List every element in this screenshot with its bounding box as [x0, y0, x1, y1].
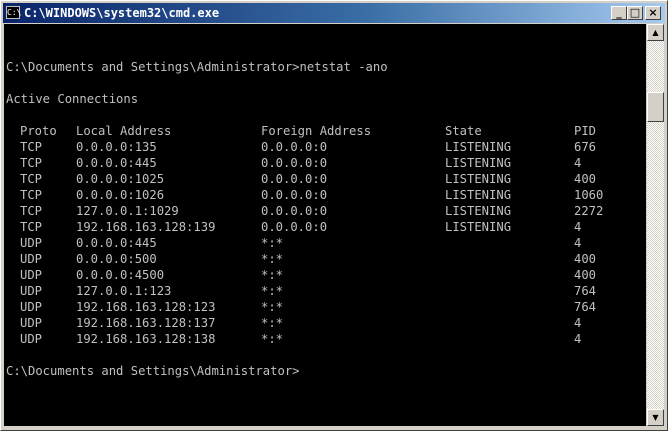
cell-proto: UDP [20, 316, 43, 330]
cell-pid: 4 [574, 332, 582, 346]
cell-foreign-address: *:* [261, 268, 284, 282]
console-output[interactable]: C:\Documents and Settings\Administrator>… [4, 24, 646, 426]
cell-foreign-address: *:* [261, 316, 284, 330]
cell-proto: TCP [20, 188, 43, 202]
cell-foreign-address: *:* [261, 300, 284, 314]
cell-pid: 400 [574, 252, 597, 266]
cell-pid: 764 [574, 284, 597, 298]
cell-pid: 400 [574, 268, 597, 282]
cell-local-address: 192.168.163.128:137 [76, 316, 216, 330]
cmd-app-icon[interactable]: C:\ [6, 6, 21, 19]
cell-pid: 1060 [574, 188, 604, 202]
cell-proto: TCP [20, 220, 43, 234]
scrollbar-thumb[interactable] [647, 92, 664, 122]
cell-proto: UDP [20, 252, 43, 266]
cell-foreign-address: *:* [261, 252, 284, 266]
cell-local-address: 0.0.0.0:1025 [76, 172, 165, 186]
cell-state: LISTENING [445, 220, 512, 234]
cell-local-address: 0.0.0.0:1026 [76, 188, 165, 202]
minimize-button[interactable]: _ [611, 6, 627, 20]
cell-proto: TCP [20, 140, 43, 154]
cell-pid: 400 [574, 172, 597, 186]
cell-pid: 2272 [574, 204, 604, 218]
cell-pid: 676 [574, 140, 597, 154]
column-header-local-address: Local Address [76, 124, 172, 138]
cell-state: LISTENING [445, 140, 512, 154]
scroll-up-arrow-icon[interactable]: ▲ [647, 24, 664, 41]
cell-foreign-address: *:* [261, 332, 284, 346]
cell-pid: 764 [574, 300, 597, 314]
cell-proto: UDP [20, 332, 43, 346]
cell-local-address: 127.0.0.1:1029 [76, 204, 179, 218]
cell-local-address: 192.168.163.128:139 [76, 220, 216, 234]
cell-local-address: 0.0.0.0:500 [76, 252, 157, 266]
cell-state: LISTENING [445, 204, 512, 218]
cell-pid: 4 [574, 316, 582, 330]
scroll-down-arrow-icon[interactable]: ▼ [647, 409, 664, 426]
cell-foreign-address: *:* [261, 236, 284, 250]
cell-pid: 4 [574, 236, 582, 250]
cell-local-address: 0.0.0.0:135 [76, 140, 157, 154]
cell-state: LISTENING [445, 172, 512, 186]
cell-proto: UDP [20, 268, 43, 282]
column-header-foreign-address: Foreign Address [261, 124, 372, 138]
cell-foreign-address: 0.0.0.0:0 [261, 204, 328, 218]
title-bar[interactable]: C:\ C:\WINDOWS\system32\cmd.exe _ □ × [3, 3, 665, 23]
close-button[interactable]: × [645, 6, 661, 20]
cell-local-address: 192.168.163.128:138 [76, 332, 216, 346]
cell-foreign-address: 0.0.0.0:0 [261, 140, 328, 154]
cell-proto: UDP [20, 300, 43, 314]
cell-foreign-address: 0.0.0.0:0 [261, 220, 328, 234]
cell-local-address: 0.0.0.0:445 [76, 156, 157, 170]
cell-local-address: 0.0.0.0:4500 [76, 268, 165, 282]
column-header-proto: Proto [20, 124, 57, 138]
table-header: Proto Local Address Foreign Address Stat… [6, 123, 596, 139]
cell-foreign-address: 0.0.0.0:0 [261, 188, 328, 202]
cell-foreign-address: 0.0.0.0:0 [261, 156, 328, 170]
cell-proto: UDP [20, 284, 43, 298]
cell-foreign-address: 0.0.0.0:0 [261, 172, 328, 186]
cell-foreign-address: *:* [261, 284, 284, 298]
maximize-button[interactable]: □ [627, 6, 643, 20]
prompt-line: C:\Documents and Settings\Administrator> [6, 364, 300, 378]
cell-pid: 4 [574, 220, 582, 234]
column-header-state: State [445, 124, 482, 138]
cell-proto: TCP [20, 156, 43, 170]
cell-pid: 4 [574, 156, 582, 170]
section-title: Active Connections [6, 92, 139, 106]
cell-local-address: 127.0.0.1:123 [76, 284, 172, 298]
cell-local-address: 192.168.163.128:123 [76, 300, 216, 314]
cmd-window: C:\ C:\WINDOWS\system32\cmd.exe _ □ × C:… [0, 0, 668, 431]
cell-state: LISTENING [445, 156, 512, 170]
cell-proto: UDP [20, 236, 43, 250]
column-header-pid: PID [574, 124, 597, 138]
window-title: C:\WINDOWS\system32\cmd.exe [24, 6, 220, 20]
command-line: C:\Documents and Settings\Administrator>… [6, 60, 388, 74]
cell-state: LISTENING [445, 188, 512, 202]
cell-local-address: 0.0.0.0:445 [76, 236, 157, 250]
vertical-scrollbar[interactable]: ▲ ▼ [647, 24, 664, 426]
cell-proto: TCP [20, 204, 43, 218]
cell-proto: TCP [20, 172, 43, 186]
